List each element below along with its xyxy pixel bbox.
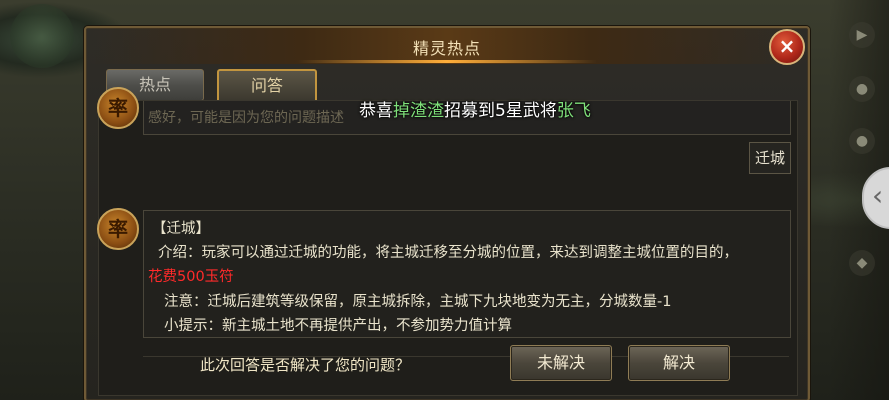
spirit-avatar-icon: 率 — [97, 87, 139, 129]
broadcast-middle: 招募到5星武将 — [444, 101, 557, 121]
broadcast-player: 掉渣渣 — [393, 101, 444, 121]
hotspot-dialog: 精灵热点 × 热点 问答 率 感好，可能是因为您的问题描述 迁城 率 【迁城】 … — [84, 26, 810, 400]
resolved-button[interactable]: 解决 — [628, 345, 730, 381]
keyword-relocate-button[interactable]: 迁城 — [749, 142, 791, 174]
answer-intro: 介绍：玩家可以通过迁城的功能，将主城迁移至分城的位置，来达到调整主城位置的目的， — [158, 245, 738, 261]
dialog-title: 精灵热点 — [412, 39, 481, 58]
chevron-left-icon: ‹ — [872, 179, 884, 212]
map-emblem-icon — [10, 4, 74, 68]
spirit-avatar-icon: 率 — [97, 208, 139, 250]
system-broadcast: 恭喜掉渣渣招募到5星武将张飞 — [359, 96, 719, 121]
map-icon[interactable]: ◆ — [849, 250, 875, 276]
answer-heading: 【迁城】 — [152, 221, 210, 237]
close-button[interactable]: × — [769, 29, 805, 65]
unresolved-button[interactable]: 未解决 — [510, 345, 612, 381]
location-pin-icon[interactable]: ● — [849, 76, 875, 102]
close-icon: × — [778, 34, 796, 58]
game-scene: ▶ ● ● ◆ 精灵热点 × 热点 问答 率 感好，可能是因为您的问题描述 迁城… — [0, 0, 889, 400]
location-icon[interactable]: ● — [849, 128, 875, 154]
broadcast-general: 张飞 — [556, 101, 591, 121]
cost-text: 花费500玉符 — [148, 269, 234, 285]
resolution-question: 此次回答是否解决了您的问题？ — [200, 356, 411, 374]
title-glow — [297, 60, 597, 63]
answer-tip: 小提示：新主城土地不再提供产出，不参加势力值计算 — [164, 318, 512, 334]
answer-cost: 花费500玉符 — [148, 265, 234, 286]
broadcast-prefix: 恭喜 — [359, 101, 393, 121]
answer-note: 注意：迁城后建筑等级保留，原主城拆除，主城下九块地变为无主，分城数量-1 — [164, 294, 672, 310]
play-icon[interactable]: ▶ — [849, 22, 875, 48]
answer-box: 【迁城】 介绍：玩家可以通过迁城的功能，将主城迁移至分城的位置，来达到调整主城位… — [143, 210, 791, 338]
tab-qa[interactable]: 问答 — [217, 69, 317, 103]
